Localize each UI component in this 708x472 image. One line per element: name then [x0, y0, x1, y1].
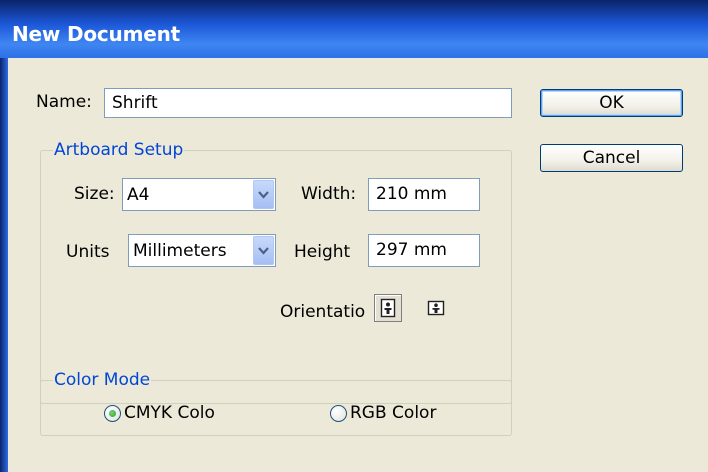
units-dropdown[interactable]: Millimeters: [128, 234, 276, 267]
new-document-dialog: New Document Name: Shrift OK Cancel Artb…: [0, 0, 708, 472]
ok-button[interactable]: OK: [540, 89, 683, 117]
window-frame-left: [0, 58, 8, 472]
height-input[interactable]: 297 mm: [368, 234, 480, 267]
artboard-setup-legend: Artboard Setup: [54, 140, 184, 160]
name-label: Name:: [36, 92, 92, 112]
size-value: A4: [127, 185, 150, 205]
portrait-icon: [380, 298, 396, 318]
cmyk-color-label: CMYK Colo: [124, 403, 215, 423]
radio-selected-icon: [104, 404, 121, 422]
portrait-orientation-button[interactable]: [374, 294, 402, 322]
chevron-down-icon[interactable]: [253, 236, 274, 265]
chevron-down-icon[interactable]: [253, 180, 274, 209]
units-value: Millimeters: [133, 241, 227, 261]
landscape-icon: [427, 300, 445, 316]
dialog-body: Name: Shrift OK Cancel Artboard Setup Si…: [8, 58, 708, 472]
radio-unselected-icon: [330, 404, 347, 422]
dialog-title: New Document: [12, 22, 180, 46]
width-label: Width:: [301, 184, 357, 204]
height-label: Height: [294, 242, 351, 262]
landscape-orientation-button[interactable]: [422, 294, 450, 322]
units-label: Units: [66, 242, 110, 262]
rgb-color-radio[interactable]: RGB Color: [330, 403, 436, 423]
size-label: Size:: [74, 184, 115, 204]
name-input[interactable]: Shrift: [104, 88, 512, 118]
width-input[interactable]: 210 mm: [368, 178, 480, 211]
rgb-color-label: RGB Color: [350, 403, 437, 423]
cmyk-color-radio[interactable]: CMYK Colo: [104, 403, 215, 423]
size-dropdown[interactable]: A4: [122, 178, 276, 211]
orientation-label: Orientatio: [280, 302, 366, 322]
color-mode-legend: Color Mode: [54, 370, 151, 390]
cancel-button[interactable]: Cancel: [540, 144, 683, 172]
